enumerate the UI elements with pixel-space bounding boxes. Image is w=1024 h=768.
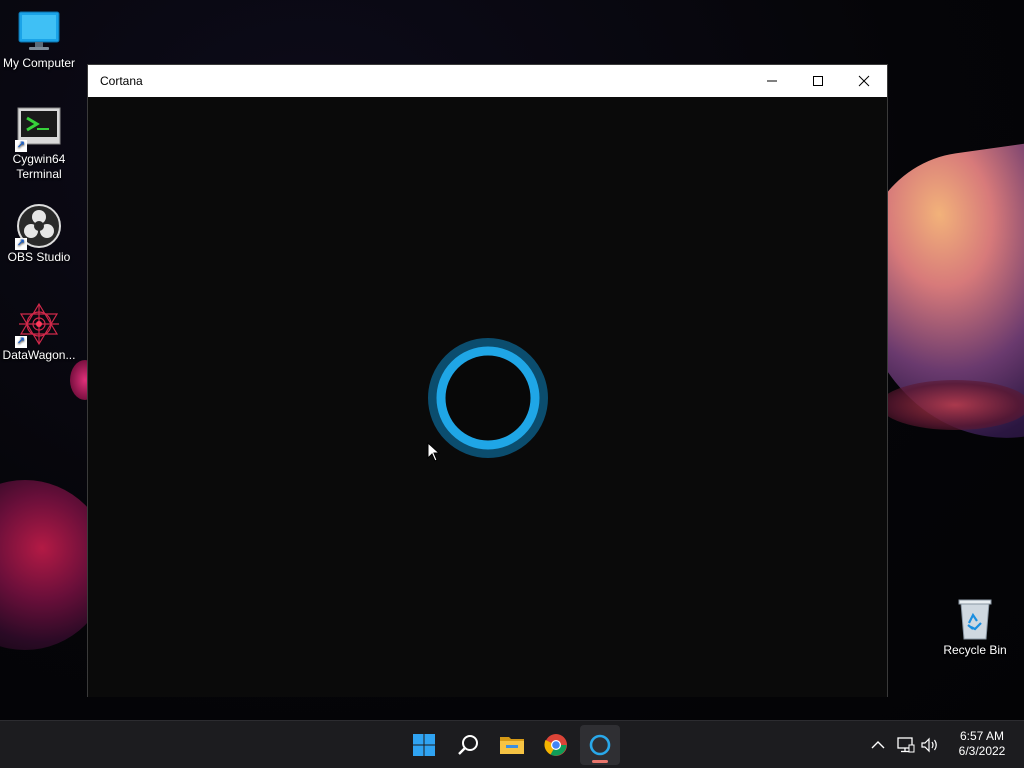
active-app-indicator	[592, 760, 608, 763]
network-icon	[897, 737, 915, 753]
cortana-window: Cortana	[87, 64, 888, 697]
window-titlebar[interactable]: Cortana	[88, 65, 887, 97]
close-button[interactable]	[841, 65, 887, 97]
windows-start-icon	[413, 734, 435, 756]
minimize-icon	[767, 80, 777, 82]
folder-icon	[500, 737, 524, 754]
shortcut-arrow-icon: ↗	[15, 238, 27, 250]
desktop-icon-label: Recycle Bin	[943, 643, 1007, 657]
volume-icon	[921, 737, 937, 753]
tray-overflow-button[interactable]	[868, 735, 888, 755]
tray-clock[interactable]: 6:57 AM 6/3/2022	[950, 729, 1014, 759]
tray-volume-button[interactable]	[920, 735, 940, 755]
monitor-icon	[17, 10, 61, 54]
shortcut-arrow-icon: ↗	[15, 336, 27, 348]
recycle-bin-icon	[953, 597, 997, 641]
terminal-icon: ↗	[15, 106, 61, 152]
wallpaper-bloom-edge	[880, 380, 1024, 430]
desktop-icon-obs-studio[interactable]: ↗ OBS Studio	[0, 204, 78, 265]
datawagon-icon: ↗	[15, 302, 61, 348]
desktop-icon-recycle-bin[interactable]: Recycle Bin	[936, 597, 1014, 658]
shortcut-arrow-icon: ↗	[15, 140, 27, 152]
taskbar-chrome-button[interactable]	[536, 725, 576, 765]
maximize-button[interactable]	[795, 65, 841, 97]
maximize-icon	[813, 76, 823, 86]
taskbar-start-button[interactable]	[404, 725, 444, 765]
chevron-up-icon	[871, 741, 885, 749]
chrome-icon	[544, 734, 567, 756]
desktop-icon-label: Cygwin64 Terminal	[12, 152, 66, 181]
clock-date: 6/3/2022	[958, 744, 1006, 758]
taskbar-search-button[interactable]	[448, 725, 488, 765]
tray-network-button[interactable]	[896, 735, 916, 755]
taskbar: 6:57 AM 6/3/2022	[0, 720, 1024, 768]
desktop-icon-label: DataWagon...	[2, 348, 76, 362]
taskbar-cortana-button[interactable]	[580, 725, 620, 765]
close-icon	[858, 75, 870, 87]
mouse-cursor-icon	[427, 442, 441, 462]
desktop-icon-label: OBS Studio	[7, 250, 71, 264]
taskbar-file-explorer-button[interactable]	[492, 725, 532, 765]
clock-time: 6:57 AM	[959, 729, 1005, 743]
obs-icon: ↗	[15, 204, 61, 250]
desktop-icon-my-computer[interactable]: My Computer	[0, 10, 78, 71]
desktop-icon-cygwin[interactable]: ↗ Cygwin64 Terminal	[0, 106, 78, 182]
cortana-ring-icon	[428, 338, 548, 458]
desktop-icon-label: My Computer	[2, 56, 76, 70]
minimize-button[interactable]	[749, 65, 795, 97]
cortana-content	[88, 97, 887, 697]
desktop: My Computer ↗ Cygwin64 Terminal ↗ OBS St…	[0, 0, 1024, 720]
search-icon	[458, 735, 478, 755]
cortana-icon	[589, 734, 611, 756]
window-title: Cortana	[100, 74, 143, 88]
desktop-icon-datawagon[interactable]: ↗ DataWagon...	[0, 302, 78, 363]
